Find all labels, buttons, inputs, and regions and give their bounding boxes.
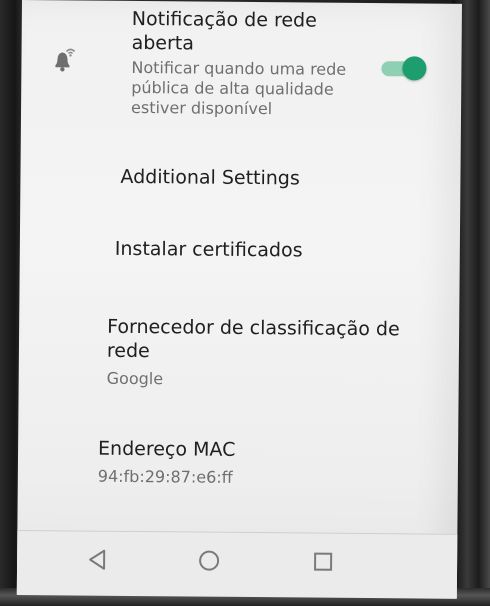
open-network-notification-toggle[interactable] (381, 55, 427, 81)
network-rating-provider-title-line1: Fornecedor de classificação de (107, 315, 400, 341)
open-network-notification-title-line1: Notificação de rede (131, 7, 317, 32)
additional-settings-item[interactable]: Additional Settings (20, 146, 461, 214)
open-network-notification-summary-line2: pública de alta qualidade (131, 77, 334, 99)
install-certificates-item[interactable]: Instalar certificados (20, 218, 461, 286)
open-network-notification-title-line2: aberta (131, 31, 195, 55)
network-rating-provider-item[interactable]: Fornecedor de classificação de rede Goog… (19, 300, 460, 402)
open-network-notification-summary-line3: estiver disponível (130, 97, 273, 119)
navigation-bar (16, 529, 458, 599)
open-network-notification-summary-line1: Notificar quando uma rede (131, 57, 347, 79)
install-certificates-title: Instalar certificados (114, 237, 303, 262)
wifi-bell-icon (55, 48, 76, 72)
toggle-thumb (402, 56, 427, 81)
photo-frame: Notificação de rede aberta Notificar qua… (0, 0, 490, 606)
additional-settings-title: Additional Settings (120, 165, 300, 190)
recents-square-icon[interactable] (309, 548, 337, 576)
mac-address-value: 94:fb:29:87:e6:ff (97, 466, 233, 487)
mac-address-title: Endereço MAC (97, 437, 236, 461)
settings-screen: Notificação de rede aberta Notificar qua… (16, 0, 462, 599)
open-network-notification-item[interactable]: Notificação de rede aberta Notificar qua… (21, 0, 462, 132)
home-circle-icon[interactable] (195, 547, 223, 575)
network-rating-provider-title-line2: rede (106, 339, 150, 363)
network-rating-provider-summary: Google (106, 368, 164, 389)
mac-address-item: Endereço MAC 94:fb:29:87:e6:ff (18, 424, 459, 508)
back-triangle-icon[interactable] (83, 546, 111, 574)
